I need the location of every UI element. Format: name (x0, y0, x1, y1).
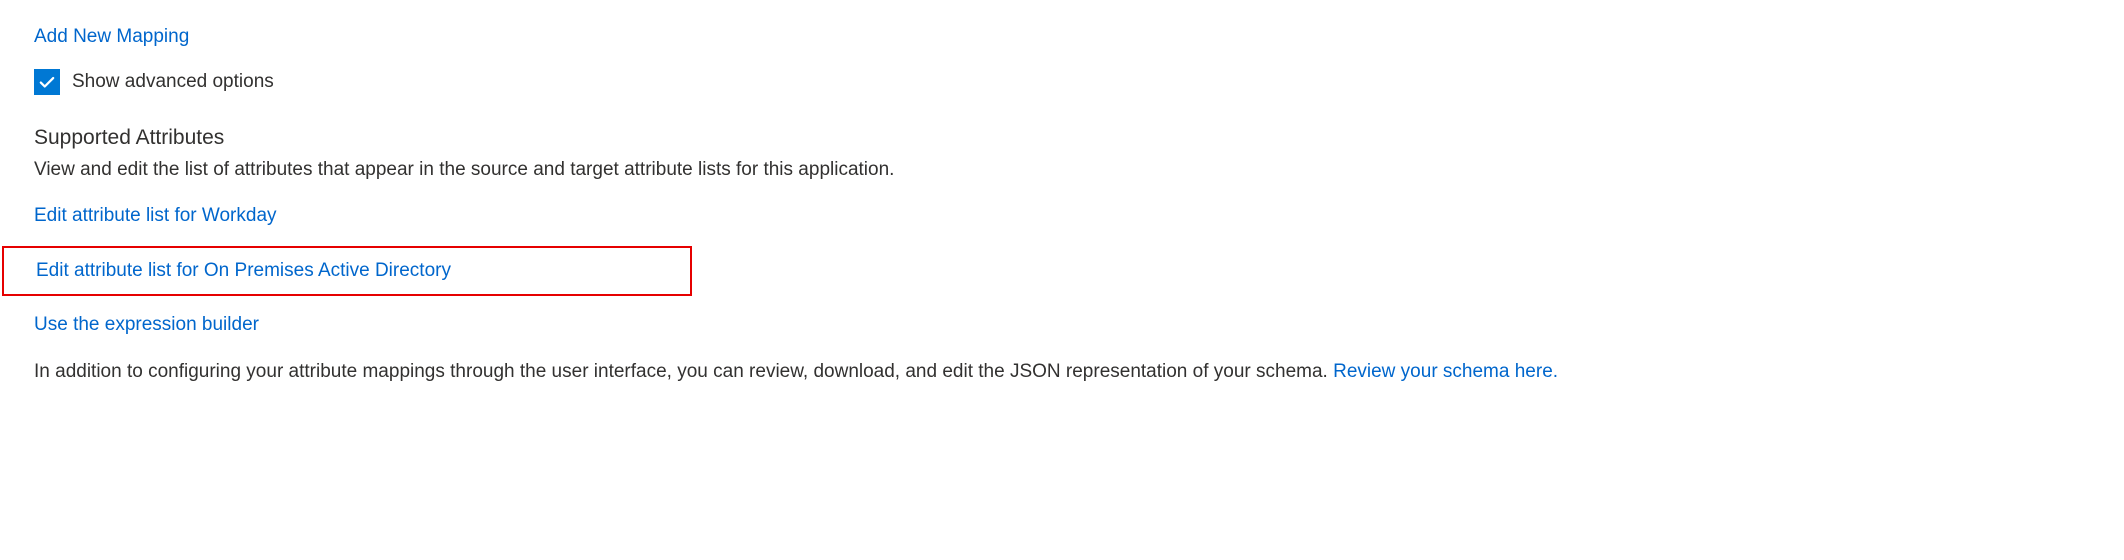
edit-onprem-ad-link[interactable]: Edit attribute list for On Premises Acti… (36, 258, 451, 285)
show-advanced-label: Show advanced options (72, 69, 274, 96)
schema-info-text: In addition to configuring your attribut… (34, 361, 1333, 382)
review-schema-link[interactable]: Review your schema here. (1333, 361, 1558, 382)
schema-info-paragraph: In addition to configuring your attribut… (34, 359, 2124, 386)
supported-attributes-heading: Supported Attributes (34, 123, 2124, 152)
show-advanced-checkbox[interactable] (34, 69, 60, 95)
edit-workday-link[interactable]: Edit attribute list for Workday (34, 203, 277, 230)
supported-attributes-description: View and edit the list of attributes tha… (34, 157, 2124, 184)
highlighted-link-box: Edit attribute list for On Premises Acti… (2, 246, 692, 297)
show-advanced-options-row: Show advanced options (34, 69, 2124, 96)
checkmark-icon (38, 73, 56, 91)
expression-builder-link[interactable]: Use the expression builder (34, 312, 259, 339)
add-new-mapping-link[interactable]: Add New Mapping (34, 24, 189, 51)
